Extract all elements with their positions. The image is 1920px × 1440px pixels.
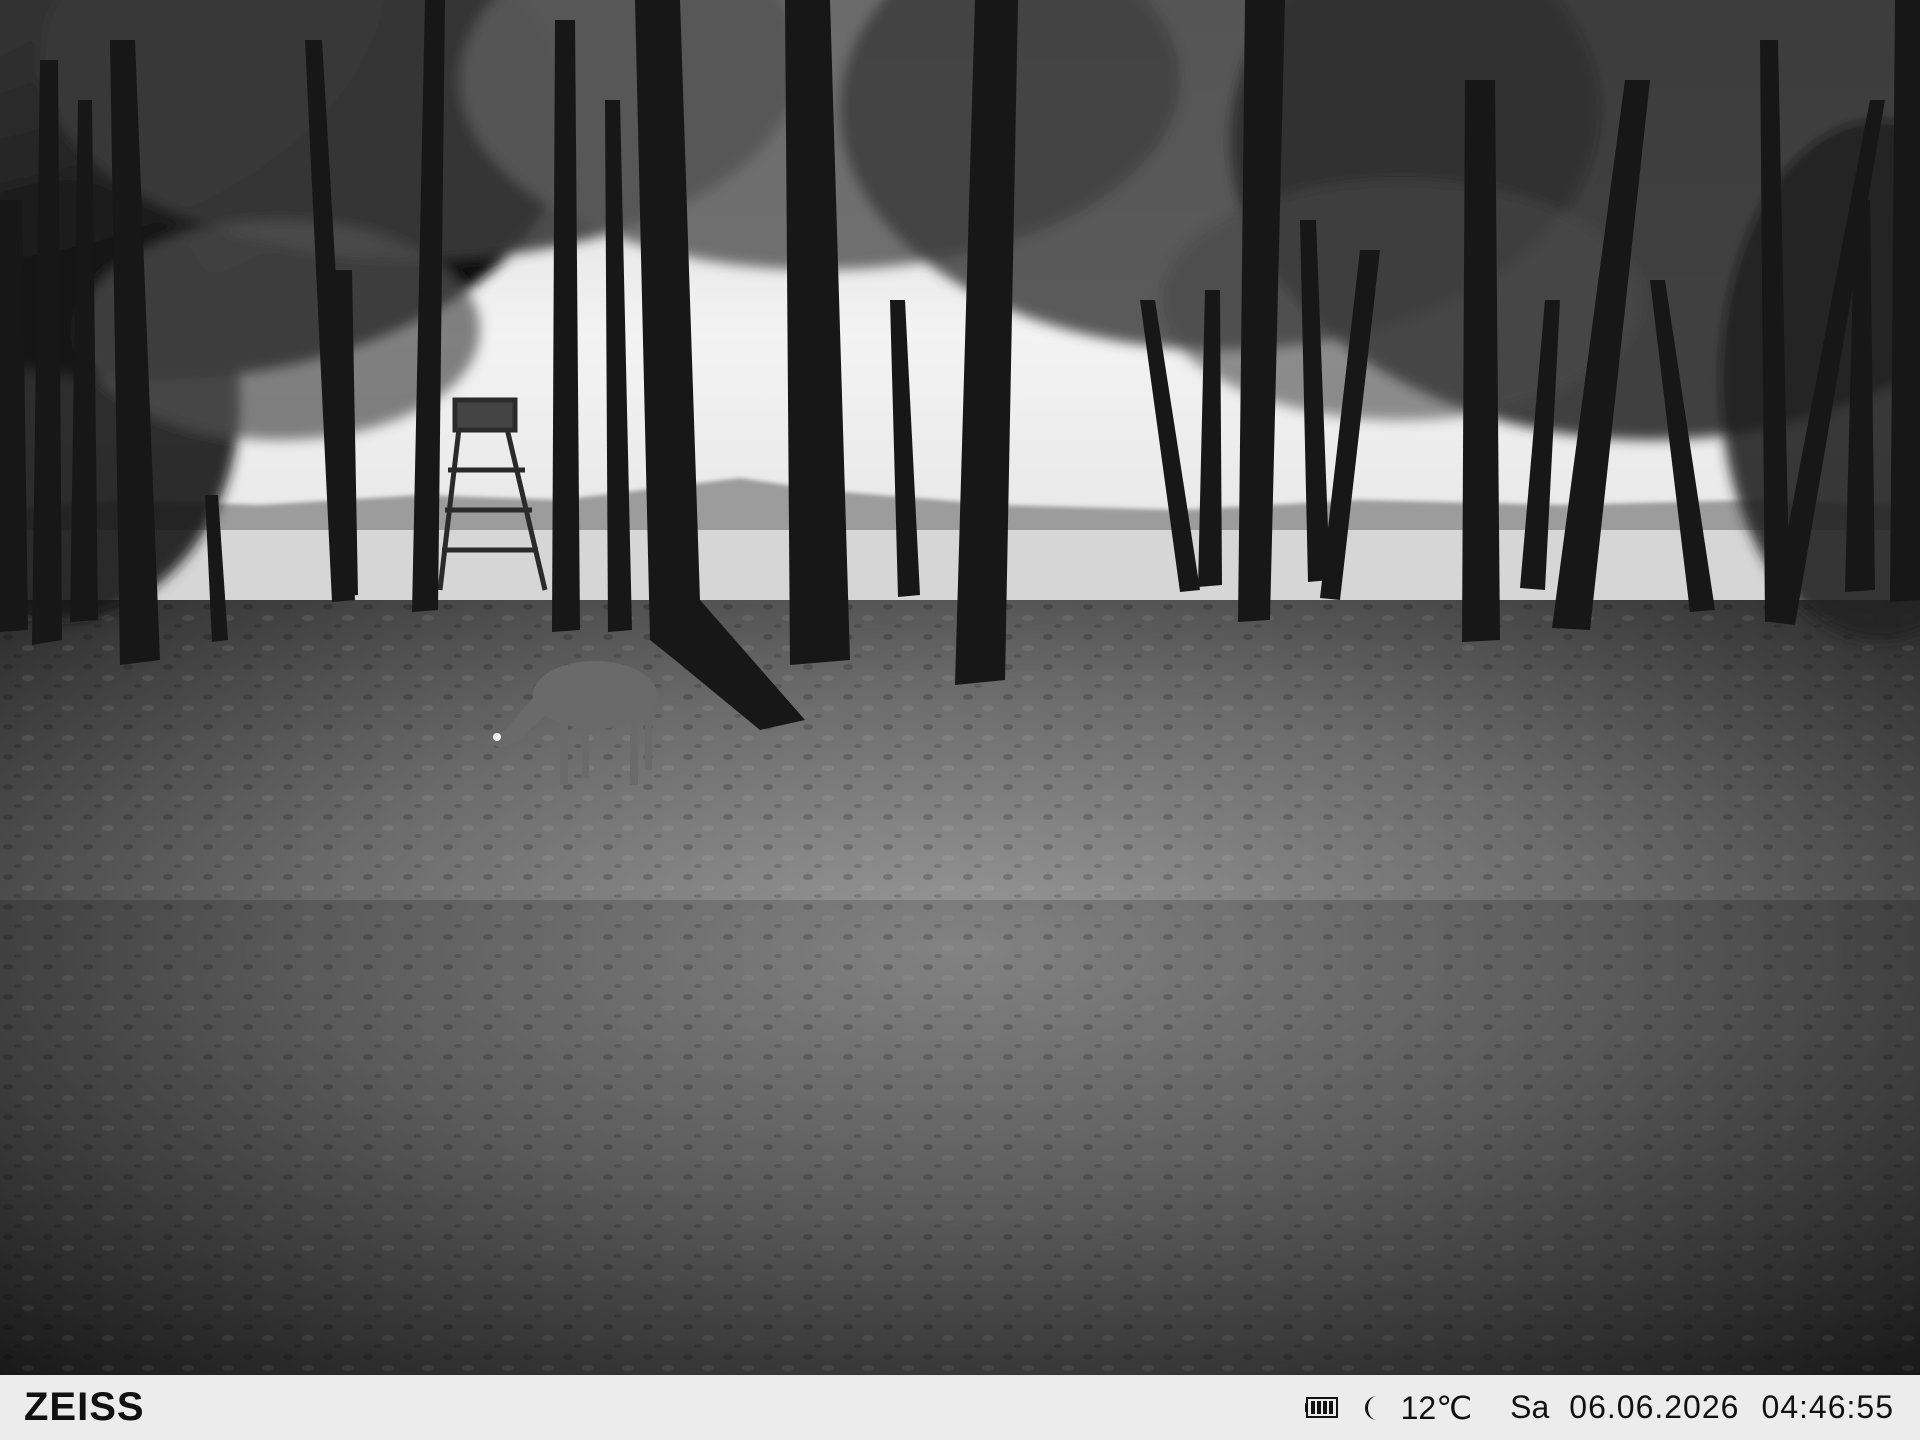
forest-scene [0, 0, 1920, 1375]
camera-info-bar: ZEISS 12℃ Sa 06.06.2026 04:46:55 [0, 1375, 1920, 1440]
vignette [0, 900, 1920, 1375]
status-readout: 12℃ Sa 06.06.2026 04:46:55 [1304, 1389, 1894, 1427]
date-readout: 06.06.2026 [1569, 1389, 1740, 1425]
time-readout: 04:46:55 [1761, 1389, 1894, 1425]
moon-icon [1364, 1395, 1377, 1420]
temperature-readout: 12℃ [1400, 1389, 1473, 1426]
brand-logo: ZEISS [24, 1385, 145, 1429]
battery-icon [1304, 1397, 1338, 1418]
trail-camera-frame: ZEISS 12℃ Sa 06.06.2026 04:46:55 [0, 0, 1920, 1440]
weekday-readout: Sa [1510, 1389, 1550, 1425]
